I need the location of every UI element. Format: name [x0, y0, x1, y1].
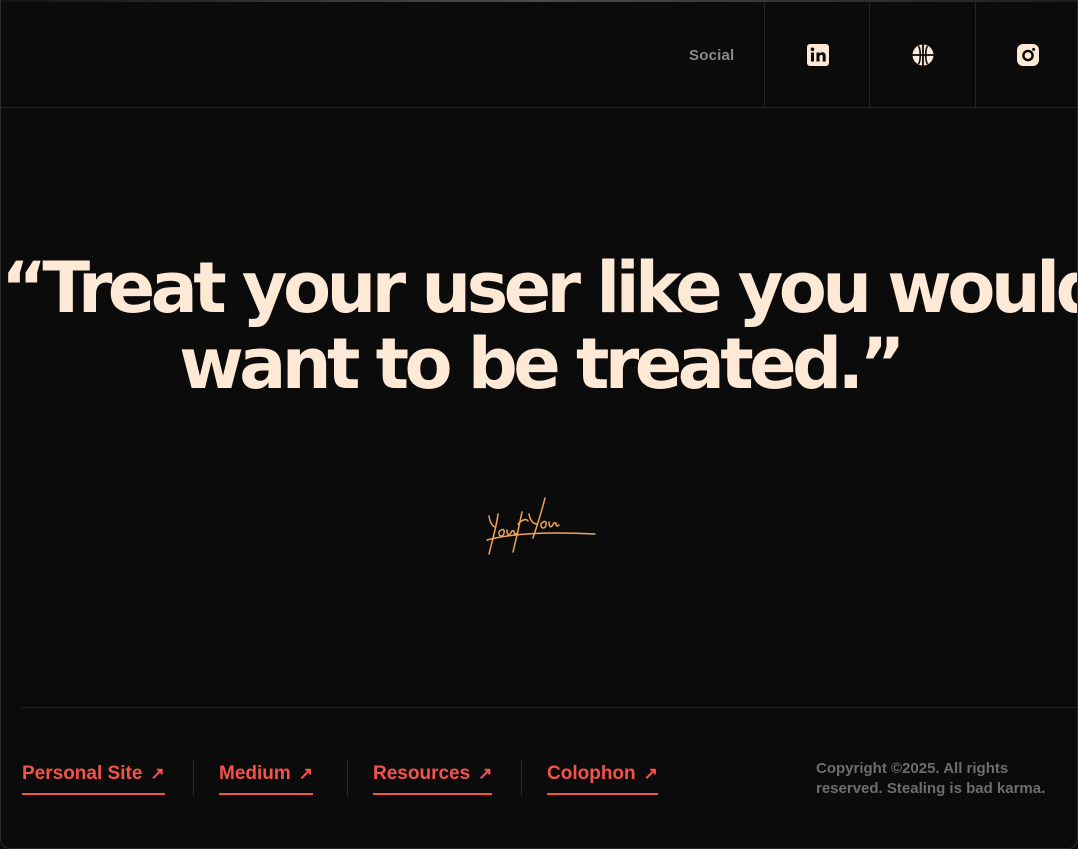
- footer-link-medium[interactable]: Medium ↗: [219, 763, 314, 795]
- copyright-text: Copyright ©2025. All rights reserved. St…: [816, 760, 1046, 797]
- footer-link-resources[interactable]: Resources ↗: [373, 763, 493, 795]
- signature: [485, 494, 599, 560]
- footer-link-label: Personal Site: [22, 763, 143, 784]
- linkedin-icon: [806, 43, 830, 67]
- social-label: Social: [689, 47, 735, 64]
- quote-line-2: want to be treated.”: [179, 323, 905, 405]
- arrow-up-right-icon: ↗: [298, 764, 314, 783]
- footer-link-label: Medium: [219, 763, 291, 784]
- quote-line-1: “Treat your user like you would: [1, 247, 1078, 329]
- dribbble-link[interactable]: [869, 2, 975, 108]
- arrow-up-right-icon: ↗: [150, 764, 165, 783]
- footer-link-personal-site[interactable]: Personal Site ↗: [22, 763, 165, 795]
- footer-link-colophon[interactable]: Colophon ↗: [547, 763, 658, 795]
- arrow-up-right-icon: ↗: [478, 764, 493, 783]
- footer-separator: [193, 760, 194, 796]
- quote-heading: “Treat your user like you would want to …: [1, 247, 1078, 405]
- linkedin-link[interactable]: [764, 2, 870, 108]
- footer-link-label: Resources: [373, 763, 471, 784]
- instagram-icon: [1016, 43, 1040, 67]
- footer-divider: [21, 707, 1077, 708]
- instagram-link[interactable]: [975, 2, 1077, 108]
- header: Social: [1, 2, 1077, 108]
- footer-link-label: Colophon: [547, 763, 636, 784]
- arrow-up-right-icon: ↗: [643, 764, 658, 783]
- footer-separator: [521, 760, 522, 796]
- page-frame: Social “Treat your user like you would w…: [0, 0, 1078, 849]
- footer-separator: [347, 760, 348, 796]
- dribbble-icon: [911, 43, 935, 67]
